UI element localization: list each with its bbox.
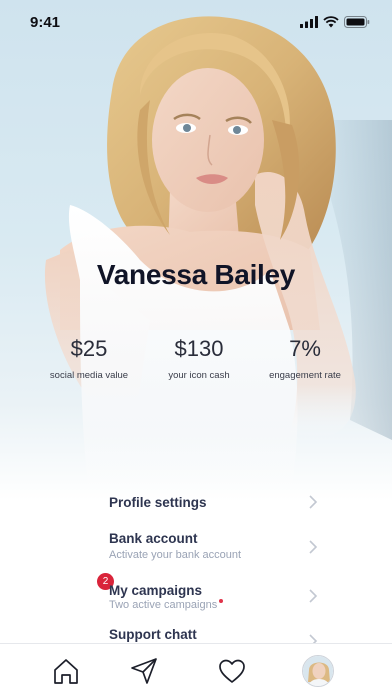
tab-bar bbox=[0, 643, 392, 696]
wifi-icon bbox=[323, 16, 339, 28]
home-icon bbox=[54, 659, 78, 684]
send-icon bbox=[131, 658, 157, 684]
menu-item-subtitle-text: Two active campaigns bbox=[109, 599, 218, 611]
cellular-signal-icon bbox=[300, 16, 318, 28]
menu-item-subtitle: Activate your bank account bbox=[109, 549, 242, 561]
menu-item-title: My campaigns bbox=[109, 583, 203, 598]
profile-avatar[interactable] bbox=[302, 655, 334, 687]
profile-screen: 9:41 Vanessa Bailey $25 social media val… bbox=[0, 0, 392, 696]
status-time: 9:41 bbox=[30, 13, 61, 31]
battery-icon bbox=[344, 16, 370, 28]
stat-engagement-rate: 7% engagement rate bbox=[240, 336, 370, 381]
menu-item-title: Profile settings bbox=[109, 495, 207, 510]
chevron-right-icon bbox=[309, 495, 318, 509]
stat-label: engagement rate bbox=[269, 370, 341, 381]
chevron-right-icon bbox=[309, 540, 318, 554]
tab-favorites[interactable] bbox=[217, 656, 247, 686]
tab-home[interactable] bbox=[51, 656, 81, 686]
tab-send[interactable] bbox=[129, 656, 159, 686]
chevron-right-icon bbox=[309, 589, 318, 603]
menu-item-subtitle: Two active campaigns bbox=[109, 599, 224, 611]
menu-item-my-campaigns[interactable]: 2 My campaigns Two active campaigns bbox=[0, 573, 392, 627]
stat-value: 7% bbox=[289, 336, 321, 361]
status-bar: 9:41 bbox=[0, 0, 392, 44]
avatar-portrait-icon bbox=[303, 656, 333, 686]
menu-item-title: Bank account bbox=[109, 531, 198, 546]
heart-icon bbox=[219, 659, 245, 683]
unread-dot-icon bbox=[219, 599, 224, 603]
profile-name: Vanessa Bailey bbox=[96, 259, 296, 290]
stats-row: $25 social media value $130 your icon ca… bbox=[0, 336, 392, 386]
hero-portrait bbox=[0, 0, 392, 500]
status-icons bbox=[300, 16, 370, 28]
menu-item-title: Support chatt bbox=[109, 627, 197, 642]
menu-item-bank-account[interactable]: Bank account Activate your bank account bbox=[0, 529, 392, 575]
